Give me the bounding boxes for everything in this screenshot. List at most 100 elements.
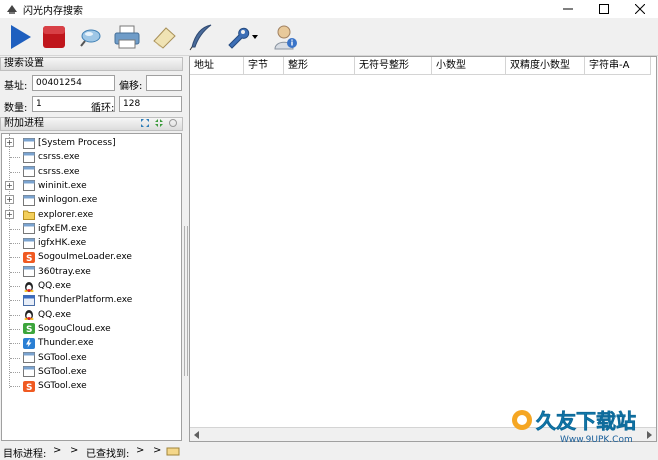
process-item[interactable]: + explorer.exe bbox=[2, 208, 180, 222]
window-icon bbox=[23, 352, 35, 363]
process-item[interactable]: SGTool.exe bbox=[2, 365, 180, 379]
svg-text:久友下载站: 久友下载站 bbox=[536, 409, 636, 433]
process-item[interactable]: csrss.exe bbox=[2, 165, 180, 179]
process-name: SogouImeLoader.exe bbox=[38, 252, 132, 263]
found-count-value: > bbox=[136, 445, 145, 456]
column-header[interactable]: 无符号整形 bbox=[355, 57, 432, 75]
process-name: winlogon.exe bbox=[38, 195, 98, 206]
sogou-icon: S bbox=[23, 251, 35, 264]
column-header[interactable]: 双精度小数型 bbox=[506, 57, 585, 75]
separator-arrow: > bbox=[70, 445, 79, 456]
window-icon bbox=[23, 266, 35, 278]
title-bar: 闪光内存搜索 bbox=[0, 0, 658, 18]
process-name: SGTool.exe bbox=[38, 352, 87, 363]
process-item[interactable]: 360tray.exe bbox=[2, 265, 180, 279]
offset-label: 偏移: bbox=[119, 81, 143, 92]
target-process-value: > bbox=[53, 445, 62, 456]
print-button[interactable] bbox=[111, 21, 143, 53]
offset-input[interactable] bbox=[146, 75, 182, 91]
process-item[interactable]: S SogouImeLoader.exe bbox=[2, 250, 180, 264]
quill-pen-icon bbox=[189, 24, 212, 51]
process-name: igfxHK.exe bbox=[38, 238, 87, 249]
maximize-button[interactable] bbox=[586, 0, 622, 18]
window-icon bbox=[23, 366, 35, 378]
toolbar bbox=[0, 18, 658, 56]
search-button[interactable] bbox=[74, 21, 106, 53]
svg-text:S: S bbox=[26, 325, 32, 334]
window-icon bbox=[23, 151, 35, 163]
thunder-icon bbox=[23, 337, 35, 349]
process-item[interactable]: csrss.exe bbox=[2, 150, 180, 164]
app-window-icon bbox=[23, 294, 35, 306]
column-header[interactable]: 地址 bbox=[190, 57, 244, 75]
results-table[interactable]: 地址 字节 整形 无符号整形 小数型 双精度小数型 字符串-A bbox=[189, 56, 657, 442]
play-icon bbox=[11, 25, 31, 49]
process-name: ThunderPlatform.exe bbox=[38, 295, 133, 306]
eraser-icon bbox=[153, 27, 176, 49]
column-header[interactable]: 小数型 bbox=[432, 57, 506, 75]
expand-toggle-icon[interactable]: + bbox=[5, 138, 14, 147]
chevron-down-icon bbox=[252, 35, 258, 39]
collapse-all-icon[interactable] bbox=[154, 118, 164, 128]
target-process-label: 目标进程: bbox=[3, 449, 47, 460]
wrench-icon bbox=[228, 27, 250, 49]
process-tree[interactable]: + [System Process] csrss.exe csrss.exe + wini… bbox=[1, 133, 182, 441]
window-icon bbox=[23, 223, 35, 235]
process-item[interactable]: QQ.exe bbox=[2, 308, 180, 322]
sogou-icon: S bbox=[23, 380, 35, 393]
process-item[interactable]: QQ.exe bbox=[2, 279, 180, 293]
watermark-logo: 久友下载站 Www.9UPK.Com bbox=[512, 409, 636, 445]
refresh-icon[interactable] bbox=[168, 118, 178, 128]
window-icon bbox=[23, 194, 35, 206]
scroll-left-icon[interactable] bbox=[192, 430, 202, 440]
column-header[interactable]: 字节 bbox=[244, 57, 284, 75]
expand-toggle-icon[interactable]: + bbox=[5, 209, 14, 219]
process-item[interactable]: igfxEM.exe bbox=[2, 222, 180, 236]
expand-toggle-icon[interactable]: + bbox=[5, 195, 14, 205]
splitter-grip[interactable] bbox=[184, 226, 188, 376]
process-name: igfxEM.exe bbox=[38, 223, 87, 234]
process-item[interactable]: + winlogon.exe bbox=[2, 193, 180, 207]
base-address-input[interactable] bbox=[32, 75, 115, 91]
loop-input[interactable] bbox=[119, 96, 182, 112]
window-icon bbox=[23, 237, 35, 249]
process-item[interactable]: Thunder.exe bbox=[2, 336, 180, 350]
separator-arrow-2: > bbox=[153, 445, 162, 456]
about-button[interactable] bbox=[270, 21, 302, 53]
app-icon bbox=[7, 5, 17, 14]
status-grip-icon bbox=[166, 447, 180, 456]
edit-button[interactable] bbox=[185, 21, 217, 53]
svg-text:Www.9UPK.Com: Www.9UPK.Com bbox=[560, 435, 633, 445]
process-name: SogouCloud.exe bbox=[38, 323, 111, 334]
start-button[interactable] bbox=[4, 21, 36, 53]
process-name: QQ.exe bbox=[38, 281, 71, 291]
process-item[interactable]: + wininit.exe bbox=[2, 179, 180, 193]
expand-all-icon[interactable] bbox=[140, 118, 150, 128]
search-settings-header: 搜索设置 bbox=[0, 57, 183, 71]
close-button[interactable] bbox=[622, 0, 658, 18]
process-item[interactable]: S SGTool.exe bbox=[2, 379, 180, 393]
process-item[interactable]: + [System Process] bbox=[2, 136, 180, 150]
column-header[interactable]: 字符串-A bbox=[585, 57, 651, 75]
process-item[interactable]: SGTool.exe bbox=[2, 351, 180, 365]
maximize-icon bbox=[599, 4, 609, 14]
settings-dropdown-button[interactable] bbox=[222, 21, 262, 53]
watermark: 久友下载站 Www.9UPK.Com bbox=[510, 400, 658, 446]
attach-process-header: 附加进程 bbox=[0, 117, 183, 131]
clear-button[interactable] bbox=[148, 21, 180, 53]
process-name: csrss.exe bbox=[38, 166, 80, 177]
printer-icon bbox=[114, 25, 140, 49]
column-header[interactable]: 整形 bbox=[284, 57, 355, 75]
process-item[interactable]: ThunderPlatform.exe bbox=[2, 293, 180, 307]
minimize-button[interactable] bbox=[550, 0, 586, 18]
process-name: csrss.exe bbox=[38, 152, 80, 163]
minimize-icon bbox=[563, 8, 573, 10]
process-item[interactable]: igfxHK.exe bbox=[2, 236, 180, 250]
process-item[interactable]: S SogouCloud.exe bbox=[2, 322, 180, 336]
stop-button[interactable] bbox=[38, 21, 70, 53]
expand-toggle-icon[interactable]: + bbox=[5, 180, 14, 190]
qq-penguin-icon bbox=[23, 281, 35, 292]
stop-icon bbox=[43, 26, 65, 48]
window-icon bbox=[23, 180, 35, 192]
qq-penguin-icon bbox=[23, 309, 35, 321]
